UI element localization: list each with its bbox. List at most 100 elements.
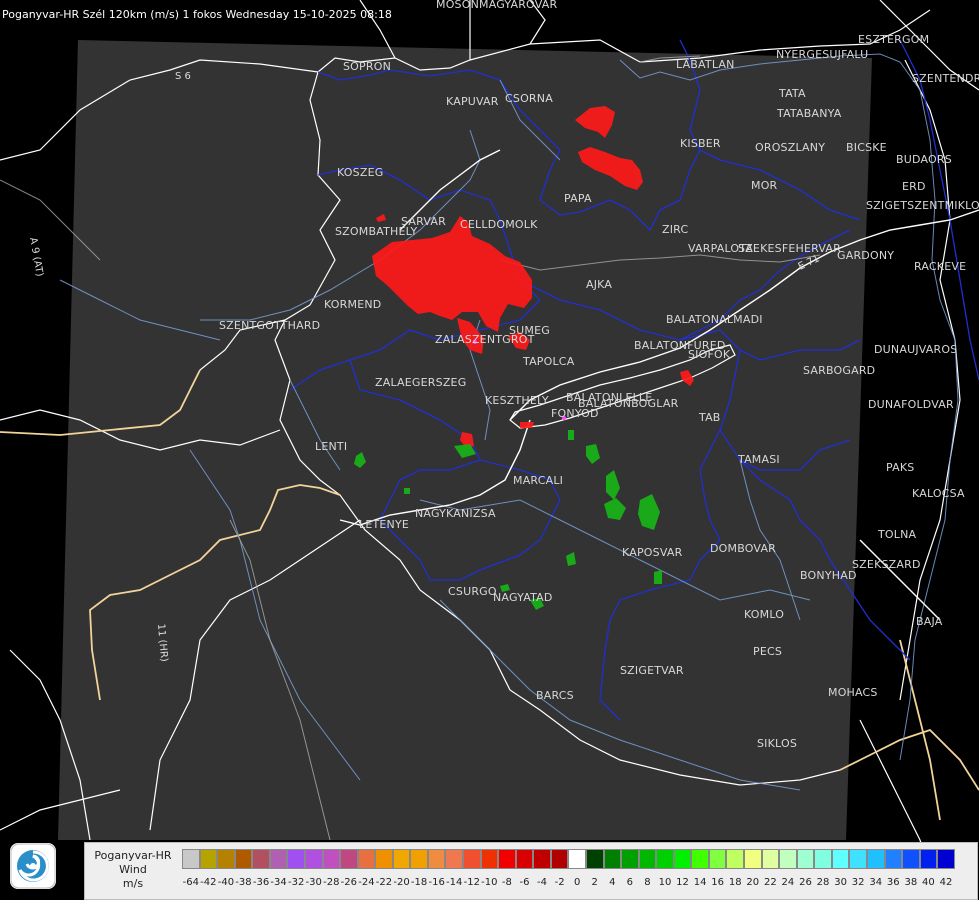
city-label: BICSKE [846,141,887,154]
legend-tick: -22 [375,877,393,888]
legend-tick: -40 [217,877,235,888]
legend-swatch [831,849,850,869]
legend-swatch [849,849,867,869]
city-label: TAMASI [738,453,780,466]
city-label: SZEKSZARD [852,558,921,571]
city-label: AJKA [586,278,613,291]
legend-swatch [902,849,920,869]
legend-swatch [269,849,288,869]
legend-swatch [480,849,499,869]
city-label: SIKLOS [757,737,798,750]
legend-swatch [638,849,657,869]
legend-tick: -6 [519,877,530,888]
city-label: FONYOD [551,407,599,420]
legend-tick: 42 [939,877,953,888]
city-label: DUNAFOLDVAR [868,398,954,411]
legend-tick: 22 [763,877,777,888]
legend-swatch [691,849,709,869]
legend-tick: -32 [287,877,305,888]
legend-tick: -10 [481,877,498,888]
legend-tick: 14 [693,877,707,888]
city-label: KOMLO [744,608,785,621]
legend-tick: -64 [182,877,199,888]
legend-tick: 8 [644,877,651,888]
city-label: BONYHAD [800,569,857,582]
city-label: SZENTGOTTHARD [219,319,321,332]
legend-tick: -14 [446,877,463,888]
legend-swatch [744,849,762,869]
legend-swatch [673,849,692,869]
city-label: ZALAEGERSZEG [375,376,467,389]
city-label: ESZTERGOM [858,33,930,46]
legend-swatch [357,849,376,869]
city-label: TAB [699,411,721,424]
legend-swatch [217,849,235,869]
legend-swatches [182,849,955,871]
city-label: CSORNA [505,92,553,105]
city-label: CSURGO [448,585,497,598]
city-label: KALOCSA [912,487,965,500]
city-label: BALATONALMADI [666,313,763,326]
legend-swatch [322,849,341,869]
city-label: NYERGESUJFALU [776,48,869,61]
legend-tick: 20 [746,877,760,888]
legend-tick: -24 [358,877,375,888]
legend-unit: m/s [122,877,144,890]
city-label: ZIRC [662,223,689,236]
radar-logo [10,843,56,889]
legend-radar-name: Poganyvar-HR [94,849,172,862]
city-label: SARBOGARD [803,364,876,377]
legend-swatch [568,849,586,869]
legend-swatch [621,849,639,869]
legend-tick: -42 [200,877,217,888]
legend-swatch [533,849,551,869]
city-label: KESZTHELY [485,394,549,407]
city-label: BARCS [536,689,574,702]
legend-swatch [884,849,903,869]
legend-swatch [550,849,569,869]
city-label: SZIGETSZENTMIKLOS [866,199,979,212]
city-label: SZENTENDRE [912,72,979,85]
city-label: NAGYKANIZSA [415,507,496,520]
legend-tick: -26 [340,877,358,888]
legend-tick: 24 [781,877,795,888]
legend-tick: -4 [537,877,548,888]
legend-swatch [182,849,200,869]
legend-tick: -28 [323,877,340,888]
legend-tick: -2 [554,877,565,888]
legend-tick: 6 [626,877,634,888]
legend-tick: 34 [869,877,883,888]
legend-tick: 0 [573,877,581,888]
city-label: MOHACS [828,686,878,699]
city-label: MOR [751,179,778,192]
legend-swatch [814,849,832,869]
legend-swatch [937,849,955,869]
legend-tick: -20 [393,877,410,888]
legend-tick: -12 [463,877,480,888]
legend-tick: 40 [922,877,935,888]
city-label: TATA [779,87,806,100]
legend-tick: -8 [501,877,512,888]
city-label: NAGYATAD [493,591,553,604]
legend-tick: 28 [816,877,830,888]
legend-tick: 26 [799,877,812,888]
city-label: SIOFOK [688,348,731,361]
city-label: LETENYE [359,518,410,531]
city-label: KAPUVAR [446,95,499,108]
city-label: KORMEND [324,298,382,311]
city-label: MARCALI [513,474,564,487]
city-label: PAPA [564,192,592,205]
legend-swatch [603,849,622,869]
legend-title: Poganyvar-HR Wind m/s [85,843,181,899]
legend-swatch [410,849,428,869]
legend-swatch [708,849,727,869]
city-label: ERD [902,180,926,193]
legend-swatch [252,849,270,869]
city-label: GARDONY [837,249,895,262]
city-label: SZEKESFEHERVAR [738,242,841,255]
legend-tick: 18 [728,877,742,888]
legend-swatch [375,849,393,869]
city-label: BAJA [916,615,943,628]
legend-swatch [726,849,744,869]
city-label: PAKS [886,461,915,474]
